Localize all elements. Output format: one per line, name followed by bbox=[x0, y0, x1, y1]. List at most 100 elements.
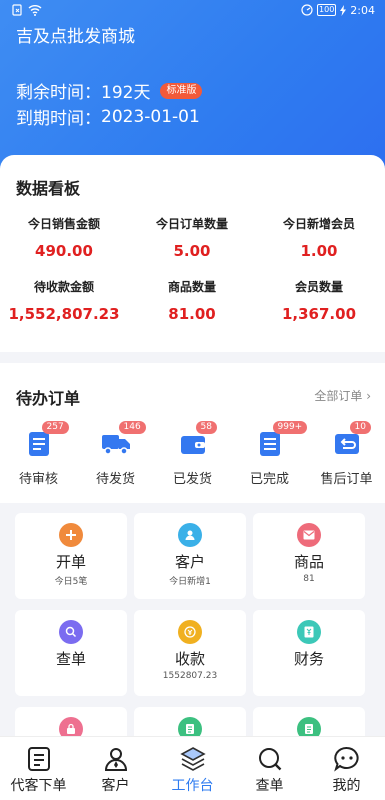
stat-value: 81.00 bbox=[168, 305, 216, 323]
order-label: 已发货 bbox=[172, 472, 212, 487]
stat-value: 5.00 bbox=[173, 242, 211, 260]
stat-receivable[interactable]: 待收款金额 1,552,807.23 bbox=[0, 278, 128, 323]
stat-today-new-members[interactable]: 今日新增会员 1.00 bbox=[255, 215, 383, 260]
header: 100 2:04 吉及点批发商城 剩余时间： 192天 标准版 到期时间： 20… bbox=[0, 0, 385, 170]
document-icon bbox=[28, 432, 49, 456]
expire-date-row: 到期时间： 2023-01-01 bbox=[16, 104, 200, 130]
charging-icon bbox=[340, 4, 347, 16]
stat-today-orders[interactable]: 今日订单数量 5.00 bbox=[128, 215, 256, 260]
wifi-icon bbox=[28, 4, 42, 16]
remaining-value: 192天 bbox=[101, 83, 151, 103]
card-title: 财务 bbox=[293, 650, 324, 668]
tab-label: 工作台 bbox=[171, 778, 214, 794]
card-title: 商品 bbox=[293, 553, 324, 571]
order-label: 售后订单 bbox=[320, 472, 373, 487]
order-label: 待审核 bbox=[18, 472, 58, 487]
order-count-badge: 999+ bbox=[272, 421, 308, 434]
tab-lookup[interactable]: 查单 bbox=[231, 737, 308, 800]
order-label: 待发货 bbox=[95, 472, 135, 487]
stat-member-count[interactable]: 会员数量 1,367.00 bbox=[255, 278, 383, 323]
expire-value: 2023-01-01 bbox=[101, 106, 200, 127]
tab-label: 代客下单 bbox=[10, 778, 67, 794]
checklist-icon bbox=[259, 432, 280, 456]
app-title: 吉及点批发商城 bbox=[16, 27, 135, 47]
search-icon bbox=[59, 620, 83, 644]
chat-face-icon bbox=[308, 745, 385, 773]
card-title: 客户 bbox=[174, 553, 205, 571]
action-lookup-order[interactable]: 查单 bbox=[15, 610, 127, 696]
order-label: 已完成 bbox=[249, 472, 289, 487]
status-time: 2:04 bbox=[350, 3, 375, 17]
stat-label: 待收款金额 bbox=[33, 280, 94, 294]
action-products[interactable]: 商品 81 bbox=[253, 513, 365, 599]
card-subtitle: 81 bbox=[303, 574, 315, 584]
edition-badge: 标准版 bbox=[160, 82, 203, 99]
mail-icon bbox=[297, 523, 321, 547]
tab-label: 我的 bbox=[332, 778, 361, 794]
order-count-badge: 146 bbox=[118, 421, 146, 434]
finance-icon bbox=[297, 620, 321, 644]
order-count-badge: 10 bbox=[349, 421, 371, 434]
card-title: 开单 bbox=[55, 553, 86, 571]
order-count-badge: 58 bbox=[195, 421, 217, 434]
user-icon bbox=[77, 745, 154, 773]
wallet-icon bbox=[180, 436, 205, 454]
bottom-tab-bar: 代客下单 客户 工作台 查单 我的 bbox=[0, 736, 385, 800]
action-finance[interactable]: 财务 bbox=[253, 610, 365, 696]
data-dashboard: 数据看板 今日销售金额 490.00 今日订单数量 5.00 今日新增会员 1.… bbox=[0, 155, 385, 352]
order-count-badge: 257 bbox=[41, 421, 69, 434]
tab-label: 查单 bbox=[255, 778, 284, 794]
pending-orders: 待办订单 全部订单 › 257 待审核 146 待发货 58 已发货 999+ … bbox=[0, 363, 385, 503]
stat-label: 会员数量 bbox=[294, 280, 343, 294]
chevron-right-icon: › bbox=[366, 389, 371, 403]
quick-actions-grid: 开单 今日5笔 客户 今日新增1 商品 81 查单 收款 1552807.23 … bbox=[0, 503, 385, 743]
stat-product-count[interactable]: 商品数量 81.00 bbox=[128, 278, 256, 323]
remaining-time-row: 剩余时间： 192天 标准版 bbox=[16, 78, 203, 103]
order-icon bbox=[0, 745, 77, 773]
tab-mine[interactable]: 我的 bbox=[308, 737, 385, 800]
tab-place-order[interactable]: 代客下单 bbox=[0, 737, 77, 800]
stat-today-sales[interactable]: 今日销售金额 490.00 bbox=[0, 215, 128, 260]
action-create-order[interactable]: 开单 今日5笔 bbox=[15, 513, 127, 599]
card-subtitle: 今日5笔 bbox=[54, 577, 88, 587]
truck-icon bbox=[101, 435, 130, 455]
status-bar: 100 2:04 bbox=[0, 0, 385, 20]
order-pending-shipment[interactable]: 146 待发货 bbox=[77, 421, 154, 487]
all-orders-label: 全部订单 bbox=[314, 389, 363, 403]
all-orders-link[interactable]: 全部订单 › bbox=[314, 387, 371, 404]
person-icon bbox=[178, 523, 202, 547]
remaining-label: 剩余时间： bbox=[16, 83, 101, 103]
stat-value: 490.00 bbox=[35, 242, 93, 260]
layers-icon bbox=[154, 745, 231, 773]
stat-value: 1.00 bbox=[300, 242, 338, 260]
stat-label: 今日订单数量 bbox=[155, 217, 228, 231]
card-subtitle: 今日新增1 bbox=[169, 577, 211, 587]
card-title: 收款 bbox=[174, 650, 205, 668]
stat-value: 1,367.00 bbox=[281, 305, 357, 323]
plus-icon bbox=[59, 523, 83, 547]
order-after-sales[interactable]: 10 售后订单 bbox=[308, 421, 385, 487]
speed-icon bbox=[301, 4, 313, 16]
order-completed[interactable]: 999+ 已完成 bbox=[231, 421, 308, 487]
stat-label: 今日销售金额 bbox=[27, 217, 100, 231]
coin-icon bbox=[178, 620, 202, 644]
stat-value: 1,552,807.23 bbox=[8, 305, 120, 323]
pending-orders-title: 待办订单 bbox=[16, 389, 81, 408]
tab-customers[interactable]: 客户 bbox=[77, 737, 154, 800]
card-subtitle: 1552807.23 bbox=[162, 671, 218, 681]
tab-workbench[interactable]: 工作台 bbox=[154, 737, 231, 800]
return-icon bbox=[334, 434, 359, 454]
battery-icon: 100 bbox=[317, 4, 337, 16]
stat-label: 商品数量 bbox=[167, 280, 216, 294]
action-collect-payment[interactable]: 收款 1552807.23 bbox=[134, 610, 246, 696]
search-icon bbox=[231, 745, 308, 773]
dashboard-title: 数据看板 bbox=[16, 179, 81, 198]
tab-label: 客户 bbox=[101, 778, 130, 794]
action-customers[interactable]: 客户 今日新增1 bbox=[134, 513, 246, 599]
card-title: 查单 bbox=[55, 650, 86, 668]
stat-label: 今日新增会员 bbox=[282, 217, 355, 231]
expire-label: 到期时间： bbox=[16, 109, 101, 129]
order-pending-review[interactable]: 257 待审核 bbox=[0, 421, 77, 487]
no-sim-icon bbox=[12, 4, 24, 16]
order-shipped[interactable]: 58 已发货 bbox=[154, 421, 231, 487]
